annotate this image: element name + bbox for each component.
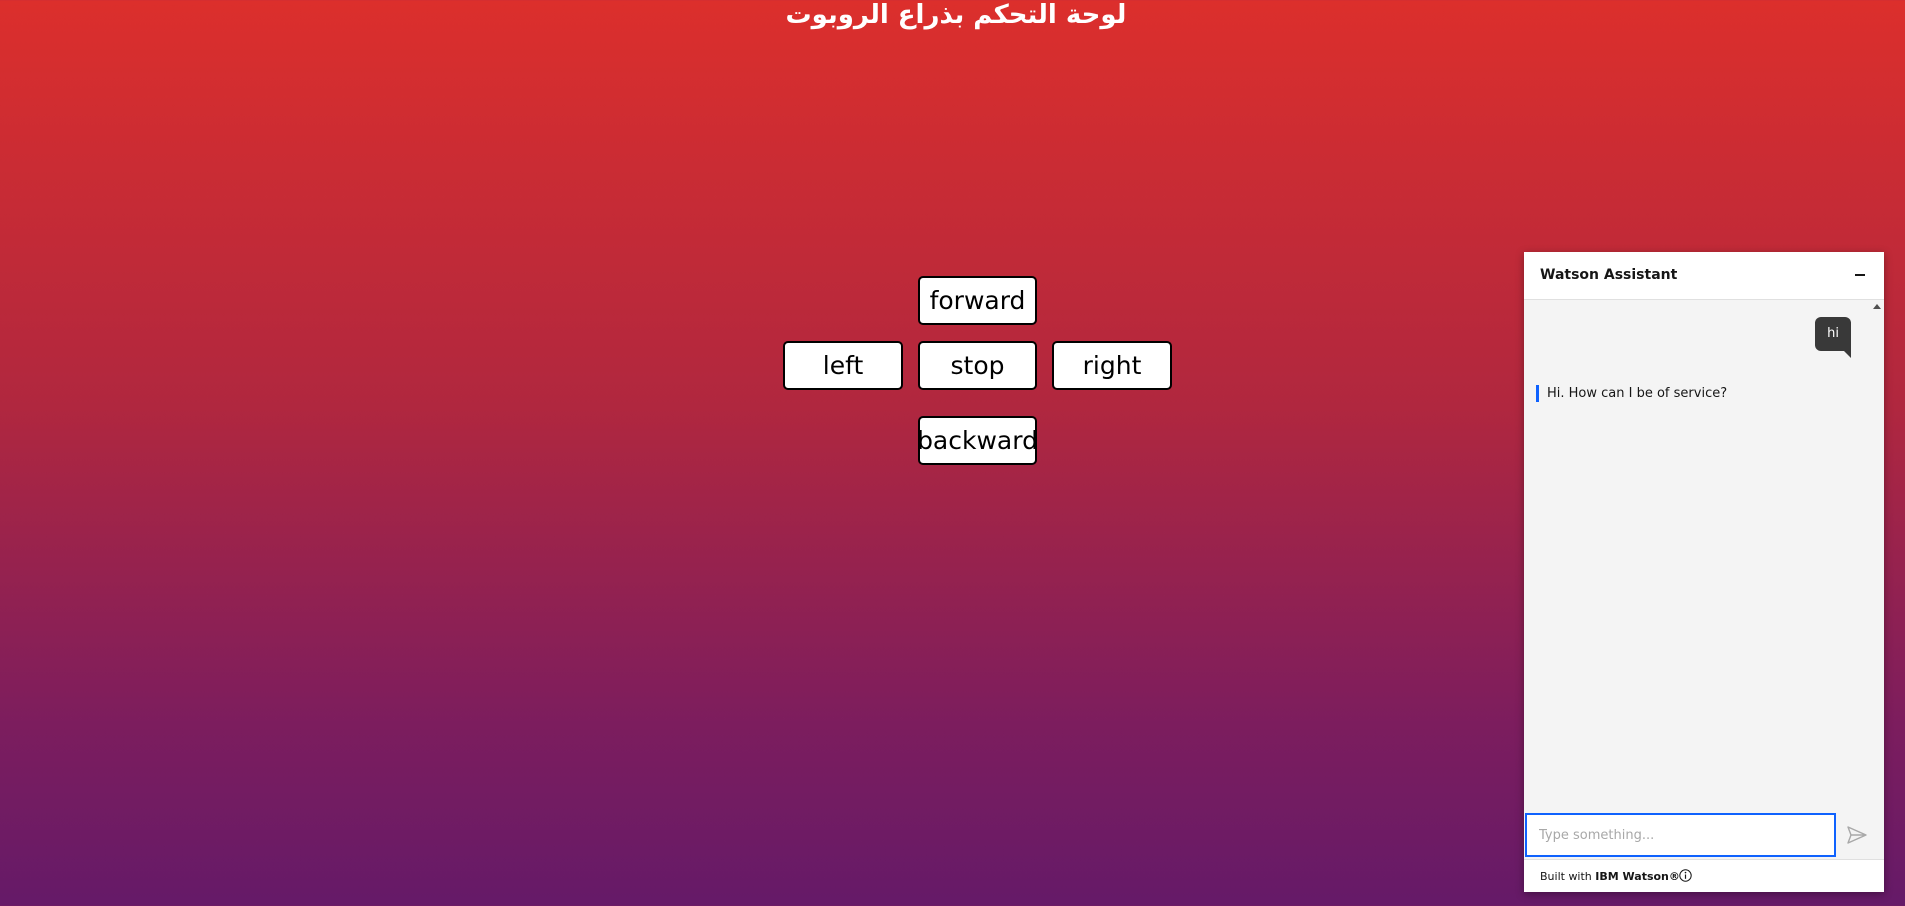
footer-prefix: Built with [1540, 870, 1596, 883]
info-icon[interactable] [1679, 869, 1692, 882]
forward-button[interactable]: forward [918, 276, 1037, 325]
left-button[interactable]: left [783, 341, 903, 390]
right-button[interactable]: right [1052, 341, 1172, 390]
assistant-footer: Built with IBM Watson® [1524, 859, 1884, 892]
user-message: hi [1815, 317, 1851, 358]
page-title: لوحة التحكم بذراع الروبوت [785, 0, 1127, 30]
footer-text: Built with IBM Watson® [1540, 870, 1680, 883]
bot-message: Hi. How can I be of service? [1536, 385, 1727, 402]
scrollbar[interactable] [1871, 300, 1884, 859]
assistant-header: Watson Assistant [1524, 252, 1884, 300]
minimize-icon[interactable] [1850, 265, 1870, 285]
assistant-title: Watson Assistant [1540, 267, 1678, 283]
stop-button[interactable]: stop [918, 341, 1037, 390]
scroll-up-arrow-icon[interactable] [1873, 304, 1881, 309]
backward-button[interactable]: backward [917, 416, 1038, 465]
send-icon[interactable] [1846, 825, 1868, 845]
watson-assistant-panel: Watson Assistant hi Hi. How can I be of … [1524, 252, 1884, 892]
message-input[interactable] [1525, 813, 1836, 857]
message-list[interactable]: hi Hi. How can I be of service? ? [1524, 300, 1884, 859]
input-area [1524, 811, 1884, 859]
footer-brand: IBM Watson® [1595, 870, 1680, 883]
